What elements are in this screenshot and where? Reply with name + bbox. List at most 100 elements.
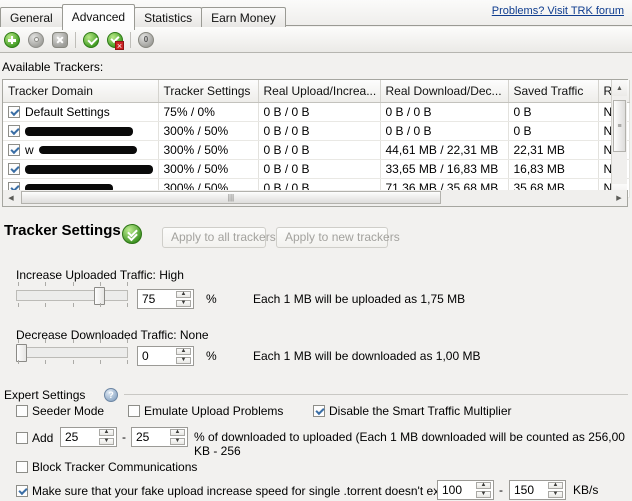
col-tracker-settings[interactable]: Tracker Settings (158, 80, 259, 103)
stepper-arrows[interactable]: ▲ ▼ (176, 348, 191, 364)
stepper-arrows[interactable]: ▲ ▼ (170, 429, 185, 445)
checkbox-box[interactable] (313, 405, 325, 417)
emulate-upload-problems-label: Emulate Upload Problems (144, 404, 284, 418)
decrease-downloaded-traffic-slider[interactable] (16, 339, 128, 364)
decrease-downloaded-traffic-stepper[interactable]: 0 ▲ ▼ (137, 346, 194, 366)
cell-domain[interactable]: Default Settings (3, 102, 159, 122)
stepper-down-icon[interactable]: ▼ (170, 438, 185, 445)
stepper-up-icon[interactable]: ▲ (176, 291, 191, 298)
stepper-up-icon[interactable]: ▲ (170, 429, 185, 436)
help-icon[interactable]: ? (104, 388, 118, 402)
col-real-upload[interactable]: Real Upload/Increa... (258, 80, 381, 103)
add-max-stepper[interactable]: 25 ▲ ▼ (131, 427, 188, 447)
delete-tracker-button[interactable] (48, 28, 72, 52)
tab-advanced-label: Advanced (71, 10, 126, 24)
disable-tracker-button[interactable] (103, 28, 127, 52)
row-checkbox[interactable] (8, 125, 20, 137)
slider-track[interactable] (16, 347, 128, 358)
col-real-download[interactable]: Real Download/Dec... (380, 80, 509, 103)
edit-tracker-button[interactable] (24, 28, 48, 52)
table-header-row: Tracker Domain Tracker Settings Real Upl… (3, 80, 630, 103)
apply-to-all-trackers-button[interactable]: Apply to all trackers (162, 227, 276, 248)
speed-limit-min-value[interactable]: 100 (442, 483, 462, 497)
decrease-value[interactable]: 0 (142, 349, 149, 363)
tab-earn-money-label: Earn Money (211, 11, 276, 25)
emulate-upload-problems-checkbox[interactable]: Emulate Upload Problems (128, 404, 283, 418)
scroll-right-icon[interactable]: ▶ (611, 190, 627, 205)
cell-settings: 300% / 50% (158, 140, 259, 160)
table-row[interactable]: w 300% / 50% 0 B / 0 B 44,61 MB / 22,31 … (3, 140, 630, 160)
scroll-left-icon[interactable]: ◀ (3, 190, 19, 205)
seeder-mode-checkbox[interactable]: Seeder Mode (16, 404, 104, 418)
grid-horizontal-scrollbar[interactable]: ◀ ||| ▶ (2, 190, 628, 207)
stepper-up-icon[interactable]: ▲ (99, 429, 114, 436)
increase-value[interactable]: 75 (142, 292, 155, 306)
stepper-down-icon[interactable]: ▼ (548, 491, 563, 498)
table-row[interactable]: 300% / 50% 0 B / 0 B 33,65 MB / 16,83 MB… (3, 159, 630, 179)
add-description: % of downloaded to uploaded (Each 1 MB d… (194, 430, 625, 458)
expert-settings-divider (124, 394, 628, 395)
trk-forum-link[interactable]: Problems? Visit TRK forum (492, 5, 624, 17)
speed-limit-max-value[interactable]: 150 (514, 483, 534, 497)
seeder-mode-label: Seeder Mode (32, 404, 105, 418)
stepper-down-icon[interactable]: ▼ (476, 491, 491, 498)
row-checkbox[interactable] (8, 144, 20, 156)
horizontal-scroll-thumb[interactable]: ||| (21, 191, 441, 204)
tab-general[interactable]: General (0, 7, 63, 29)
row-checkbox[interactable] (8, 163, 20, 175)
stepper-up-icon[interactable]: ▲ (176, 348, 191, 355)
apply-to-new-trackers-button[interactable]: Apply to new trackers (276, 227, 400, 248)
toolbar-separator-2 (130, 31, 131, 48)
speed-limit-checkbox[interactable]: Make sure that your fake upload increase… (16, 484, 465, 498)
stepper-up-icon[interactable]: ▲ (476, 482, 491, 489)
tab-advanced[interactable]: Advanced (61, 4, 136, 30)
add-percent-checkbox[interactable]: Add (16, 431, 53, 445)
speed-limit-min-stepper[interactable]: 100 ▲ ▼ (437, 480, 494, 500)
stepper-arrows[interactable]: ▲ ▼ (99, 429, 114, 445)
add-min-stepper[interactable]: 25 ▲ ▼ (60, 427, 117, 447)
toolbar: 0 (0, 27, 632, 53)
grid-vertical-scrollbar[interactable]: ▲ ≡ ▼ (611, 80, 627, 200)
stepper-arrows[interactable]: ▲ ▼ (476, 482, 491, 498)
cell-domain[interactable] (3, 121, 159, 141)
block-tracker-communications-label: Block Tracker Communications (32, 460, 198, 474)
chevron-down-icon[interactable] (122, 224, 142, 244)
cell-domain[interactable]: w (3, 140, 159, 160)
block-tracker-communications-checkbox[interactable]: Block Tracker Communications (16, 460, 197, 474)
tab-statistics[interactable]: Statistics (134, 7, 203, 29)
checkbox-box[interactable] (128, 405, 140, 417)
stepper-down-icon[interactable]: ▼ (176, 357, 191, 364)
increase-uploaded-traffic-stepper[interactable]: 75 ▲ ▼ (137, 289, 194, 309)
slider-track[interactable] (16, 290, 128, 301)
disable-smart-traffic-multiplier-label: Disable the Smart Traffic Multiplier (329, 404, 512, 418)
stepper-down-icon[interactable]: ▼ (176, 300, 191, 307)
stepper-arrows[interactable]: ▲ ▼ (176, 291, 191, 307)
checkbox-box[interactable] (16, 485, 28, 497)
table-row[interactable]: 300% / 50% 0 B / 0 B 0 B / 0 B 0 B No (3, 121, 630, 141)
checkbox-box[interactable] (16, 461, 28, 473)
checkbox-box[interactable] (16, 405, 28, 417)
checkbox-box[interactable] (16, 432, 28, 444)
stepper-up-icon[interactable]: ▲ (548, 482, 563, 489)
scroll-up-icon[interactable]: ▲ (612, 80, 627, 96)
col-tracker-domain[interactable]: Tracker Domain (3, 80, 159, 103)
vertical-scroll-thumb[interactable]: ≡ (613, 100, 626, 152)
disable-smart-traffic-multiplier-checkbox[interactable]: Disable the Smart Traffic Multiplier (313, 404, 512, 418)
reset-counter-button[interactable]: 0 (134, 28, 158, 52)
tab-earn-money[interactable]: Earn Money (201, 7, 286, 29)
add-min-value[interactable]: 25 (65, 430, 78, 444)
cell-domain[interactable] (3, 159, 159, 179)
redacted-domain (25, 126, 133, 136)
trackers-table: Tracker Domain Tracker Settings Real Upl… (3, 80, 630, 198)
row-checkbox[interactable] (8, 106, 20, 118)
stepper-down-icon[interactable]: ▼ (99, 438, 114, 445)
speed-limit-max-stepper[interactable]: 150 ▲ ▼ (509, 480, 566, 500)
enable-tracker-button[interactable] (79, 28, 103, 52)
table-row[interactable]: Default Settings 75% / 0% 0 B / 0 B 0 B … (3, 102, 630, 122)
stepper-arrows[interactable]: ▲ ▼ (548, 482, 563, 498)
add-max-value[interactable]: 25 (136, 430, 149, 444)
increase-uploaded-traffic-slider[interactable] (16, 282, 128, 307)
domain-text: Default Settings (25, 105, 110, 119)
col-saved-traffic[interactable]: Saved Traffic (508, 80, 599, 103)
add-tracker-button[interactable] (0, 28, 24, 52)
